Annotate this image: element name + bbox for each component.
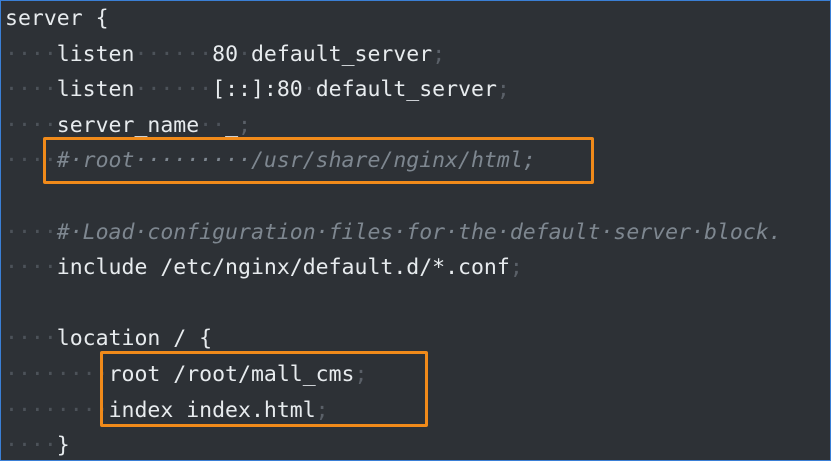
semicolon: ;: [315, 397, 329, 423]
code-comment: #·root·········/usr/share/nginx/html;: [56, 148, 536, 174]
code-text: server_name··_: [56, 112, 239, 138]
code-text: location / {: [56, 326, 213, 352]
indent-whitespace: ····: [5, 77, 57, 103]
semicolon: ;: [432, 41, 446, 67]
semicolon: ;: [509, 255, 523, 281]
indent-whitespace: ····: [5, 219, 57, 245]
indent-whitespace: ····: [5, 112, 57, 138]
indent-whitespace: ····: [5, 41, 57, 67]
semicolon: ;: [238, 112, 251, 138]
semicolon: ;: [354, 361, 368, 387]
code-comment: #·Load·configuration·files·for·the·defau…: [56, 219, 782, 245]
semicolon: ;: [496, 77, 510, 103]
code-line: ····#·root·········/usr/share/nginx/html…: [5, 143, 830, 179]
code-text: listen······80·default_server: [56, 41, 433, 67]
code-line: ····include /etc/nginx/default.d/*.conf;: [5, 250, 830, 286]
code-text: include /etc/nginx/default.d/*.conf: [56, 255, 510, 281]
code-text: server {: [5, 6, 109, 31]
code-line: ····listen······80·default_server;: [5, 37, 830, 73]
indent-whitespace: ····: [5, 148, 57, 174]
code-content[interactable]: server {····listen······80·default_serve…: [5, 1, 830, 460]
code-line: server {: [5, 1, 830, 37]
indent-whitespace: ········: [5, 361, 109, 387]
code-line: ····server_name··_;: [5, 108, 830, 144]
code-line: ····}: [5, 428, 830, 460]
code-text: root /root/mall_cms: [108, 361, 355, 387]
indent-whitespace: ····: [5, 255, 57, 281]
code-text: index index.html: [108, 397, 316, 423]
code-line: ········root /root/mall_cms;: [5, 357, 830, 393]
code-editor[interactable]: server {····listen······80·default_serve…: [0, 0, 831, 461]
code-text: listen······[::]:80·default_server: [56, 77, 497, 103]
code-line: ····listen······[::]:80·default_server;: [5, 72, 830, 108]
code-line: ········index index.html;: [5, 393, 830, 429]
code-line: ····#·Load·configuration·files·for·the·d…: [5, 215, 830, 251]
code-text: }: [56, 433, 70, 459]
indent-whitespace: ········: [5, 397, 109, 423]
indent-whitespace: ····: [5, 433, 57, 459]
indent-whitespace: ····: [5, 326, 57, 352]
code-line: ····location / {: [5, 321, 830, 357]
